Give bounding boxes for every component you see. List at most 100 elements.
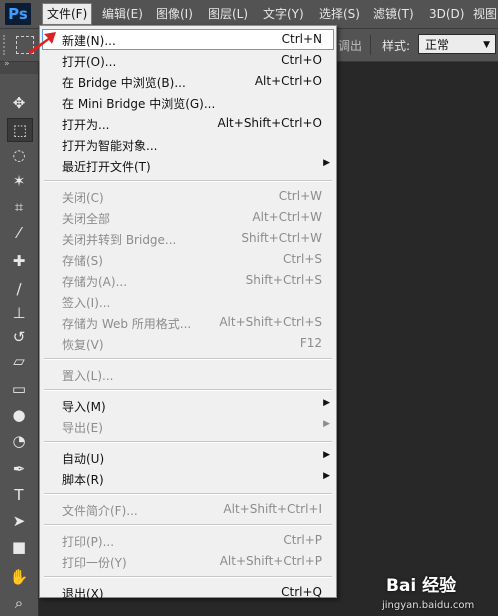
options-bar-grip[interactable] xyxy=(3,35,11,55)
file-menu-item[interactable]: 恢复(V) F12 xyxy=(42,333,334,354)
file-menu-item[interactable]: 存储为 Web 所用格式... Alt+Shift+Ctrl+S xyxy=(42,312,334,333)
file-menu-item[interactable]: 导出(E) ▶ xyxy=(42,416,334,437)
menu-item-label: 存储为(A)... xyxy=(62,275,128,289)
menu-separator xyxy=(44,441,332,443)
file-menu-item[interactable]: 在 Mini Bridge 中浏览(G)... xyxy=(42,92,334,113)
pen-tool-icon[interactable]: ✒ xyxy=(7,458,31,480)
move-tool-icon[interactable]: ✥ xyxy=(7,92,31,114)
menu-item-shortcut: Ctrl+W xyxy=(278,189,322,203)
menu-select[interactable]: 选择(S) xyxy=(315,4,364,24)
red-arrow-annotation xyxy=(28,32,56,54)
menu-item-label: 存储(S) xyxy=(62,254,103,268)
submenu-arrow-icon: ▶ xyxy=(323,398,330,408)
file-menu-item[interactable]: 置入(L)... xyxy=(42,364,334,385)
file-menu-item[interactable]: 脚本(R) ▶ xyxy=(42,468,334,489)
menu-item-shortcut: Shift+Ctrl+W xyxy=(241,231,322,245)
file-menu-item[interactable]: 关闭并转到 Bridge... Shift+Ctrl+W xyxy=(42,228,334,249)
menu-item-label: 打开为... xyxy=(62,118,110,132)
file-menu-item[interactable]: 打开为智能对象... xyxy=(42,134,334,155)
eyedropper-tool-icon[interactable]: ⁄ xyxy=(7,222,31,244)
menu-item-label: 关闭(C) xyxy=(62,191,104,205)
style-value: 正常 xyxy=(425,38,450,52)
file-menu-item[interactable]: 打开为... Alt+Shift+Ctrl+O xyxy=(42,113,334,134)
menu-item-label: 存储为 Web 所用格式... xyxy=(62,317,192,331)
crop-tool-icon[interactable]: ⌗ xyxy=(7,196,31,218)
hand-tool-icon[interactable]: ✋ xyxy=(7,566,31,588)
file-menu-item[interactable]: 存储(S) Ctrl+S xyxy=(42,249,334,270)
file-menu-dropdown: 新建(N)... Ctrl+N 打开(O)... Ctrl+O 在 Bridge 中浏览… xyxy=(39,25,337,601)
watermark-brand: Bai 经验 xyxy=(386,576,457,596)
menu-item-label: 导入(M) xyxy=(62,400,106,414)
path-selection-tool-icon[interactable]: ➤ xyxy=(7,510,31,532)
file-menu-item[interactable]: 导入(M) ▶ xyxy=(42,395,334,416)
file-menu-item[interactable]: 退出(X) Ctrl+Q xyxy=(42,582,334,603)
menu-item-shortcut: Ctrl+O xyxy=(281,53,322,67)
gradient-tool-icon[interactable]: ▭ xyxy=(7,378,31,400)
menu-item-label: 打印一份(Y) xyxy=(62,556,127,570)
file-menu-item[interactable]: 文件简介(F)... Alt+Shift+Ctrl+I xyxy=(42,499,334,520)
menu-filter[interactable]: 滤镜(T) xyxy=(369,4,418,24)
menu-separator xyxy=(44,358,332,360)
menu-item-label: 关闭并转到 Bridge... xyxy=(62,233,177,247)
menu-item-label: 打开为智能对象... xyxy=(62,139,158,153)
menu-item-label: 在 Bridge 中浏览(B)... xyxy=(62,76,186,90)
menu-item-label: 在 Mini Bridge 中浏览(G)... xyxy=(62,97,216,111)
eraser-tool-icon[interactable]: ▱ xyxy=(7,350,31,372)
menu-image[interactable]: 图像(I) xyxy=(152,4,197,24)
marquee-tool-icon[interactable]: ⬚ xyxy=(7,118,33,142)
file-menu-item[interactable]: 新建(N)... Ctrl+N xyxy=(42,29,334,50)
file-menu-item[interactable]: 关闭(C) Ctrl+W xyxy=(42,186,334,207)
menu-item-shortcut: Alt+Shift+Ctrl+S xyxy=(219,315,322,329)
menu-separator xyxy=(44,524,332,526)
menu-item-label: 置入(L)... xyxy=(62,369,114,383)
history-brush-tool-icon[interactable]: ↺ xyxy=(7,326,31,348)
menu-layer[interactable]: 图层(L) xyxy=(204,4,252,24)
file-menu-item[interactable]: 在 Bridge 中浏览(B)... Alt+Ctrl+O xyxy=(42,71,334,92)
menu-item-label: 关闭全部 xyxy=(62,212,111,226)
menu-item-label: 导出(E) xyxy=(62,421,103,435)
dodge-tool-icon[interactable]: ◔ xyxy=(7,430,31,452)
blur-tool-icon[interactable]: ● xyxy=(7,404,31,426)
file-menu-item[interactable]: 签入(I)... xyxy=(42,291,334,312)
menu-separator xyxy=(44,180,332,182)
type-tool-icon[interactable]: T xyxy=(7,484,31,506)
menu-item-shortcut: Ctrl+N xyxy=(281,32,322,46)
file-menu-item[interactable]: 最近打开文件(T) ▶ xyxy=(42,155,334,176)
menu-item-label: 文件简介(F)... xyxy=(62,504,138,518)
style-select[interactable]: 正常 ▼ xyxy=(418,34,496,54)
file-menu-item[interactable]: 打印(P)... Ctrl+P xyxy=(42,530,334,551)
chevron-down-icon: ▼ xyxy=(483,40,490,50)
menu-item-shortcut: Ctrl+P xyxy=(283,533,322,547)
menu-3d[interactable]: 3D(D) xyxy=(425,4,468,24)
lasso-tool-icon[interactable]: ◌ xyxy=(7,144,31,166)
menu-item-label: 最近打开文件(T) xyxy=(62,160,151,174)
menu-view[interactable]: 视图 xyxy=(469,4,498,24)
menu-edit[interactable]: 编辑(E) xyxy=(98,4,147,24)
file-menu-item[interactable]: 存储为(A)... Shift+Ctrl+S xyxy=(42,270,334,291)
file-menu-item[interactable]: 自动(U) ▶ xyxy=(42,447,334,468)
menu-item-label: 新建(N)... xyxy=(62,34,116,48)
menu-item-shortcut: Shift+Ctrl+S xyxy=(245,273,322,287)
menu-item-shortcut: F12 xyxy=(299,336,322,350)
options-divider xyxy=(370,35,371,55)
menu-item-label: 恢复(V) xyxy=(62,338,104,352)
brush-tool-icon[interactable]: ∕ xyxy=(7,278,31,300)
zoom-tool-icon[interactable]: ⌕ xyxy=(7,592,31,614)
file-menu-item[interactable]: 打开(O)... Ctrl+O xyxy=(42,50,334,71)
magic-wand-tool-icon[interactable]: ✶ xyxy=(7,170,31,192)
menu-separator xyxy=(44,576,332,578)
file-menu-item[interactable]: 打印一份(Y) Alt+Shift+Ctrl+P xyxy=(42,551,334,572)
file-menu-item[interactable]: 关闭全部 Alt+Ctrl+W xyxy=(42,207,334,228)
menu-type[interactable]: 文字(Y) xyxy=(259,4,308,24)
clone-stamp-tool-icon[interactable]: ⊥ xyxy=(7,302,31,324)
menu-item-label: 打印(P)... xyxy=(62,535,115,549)
menu-file[interactable]: 文件(F) xyxy=(42,3,93,25)
menu-separator xyxy=(44,493,332,495)
healing-brush-tool-icon[interactable]: ✚ xyxy=(7,250,31,272)
shape-tool-icon[interactable]: ■ xyxy=(7,536,31,558)
refine-edge-button[interactable]: 调出 xyxy=(338,37,362,54)
collapse-icon[interactable]: » xyxy=(4,59,10,69)
menu-item-label: 脚本(R) xyxy=(62,473,104,487)
submenu-arrow-icon: ▶ xyxy=(323,450,330,460)
tools-panel-header[interactable]: » xyxy=(0,59,38,74)
